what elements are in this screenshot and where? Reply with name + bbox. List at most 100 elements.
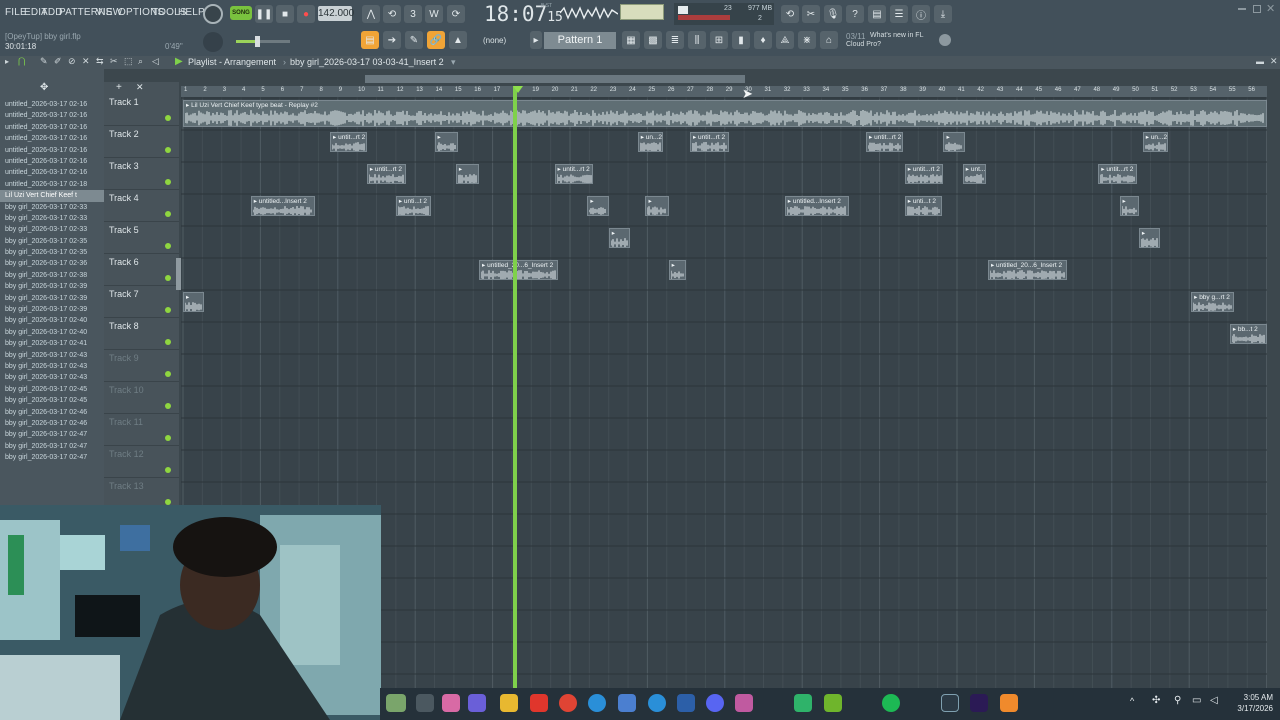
audio-clip[interactable]: ▸ [434,132,458,152]
browser-icon[interactable]: ⊞ [710,31,728,49]
browser-file-item[interactable]: bby girl_2026-03-17 02-43 [0,350,104,361]
browser-file-item[interactable]: bby girl_2026-03-17 02-35 [0,236,104,247]
audio-clip[interactable]: ▸ [608,228,630,248]
track-enable-led-icon[interactable] [165,275,171,281]
premiere-icon[interactable] [970,694,988,712]
chrome-icon[interactable] [559,694,577,712]
browser-file-item[interactable]: bby girl_2026-03-17 02-33 [0,224,104,235]
browser-file-item[interactable]: bby girl_2026-03-17 02-46 [0,407,104,418]
browser-file-item[interactable]: Lil Uzi Vert Chief Keef t [0,190,104,202]
menu-help[interactable]: HELP [178,7,205,18]
help-icon[interactable]: ? [846,5,864,23]
track-header[interactable]: Track 9 [104,350,179,382]
news-title[interactable]: What's new in FL [870,32,923,39]
tray-network-icon[interactable]: ▭ [1192,695,1201,706]
track-header[interactable]: Track 12 [104,446,179,478]
cut-tool-icon[interactable]: ✂ [802,5,820,23]
close-window-icon[interactable]: ✕ [1266,2,1275,15]
track-header[interactable]: Track 4 [104,190,179,222]
slip-tool-icon[interactable]: ⇆ [96,56,104,67]
browser-file-item[interactable]: bby girl_2026-03-17 02-39 [0,304,104,315]
browser-file-item[interactable]: untitled_2026-03-17 02-16 [0,167,104,178]
snap-select[interactable]: (none) [483,36,506,45]
browser-file-item[interactable]: bby girl_2026-03-17 02-45 [0,395,104,406]
countdown-icon[interactable]: 3 [404,5,422,23]
zoom-tool-icon[interactable]: ⌕ [138,56,143,67]
track-header[interactable]: Track 5 [104,222,179,254]
snap-tool-icon[interactable]: ▤ [361,31,379,49]
clock-time[interactable]: 3:05 AM [1231,693,1273,702]
horizontal-scrollbar[interactable] [365,75,745,83]
link-tool-icon[interactable]: 🔗 [427,31,445,49]
save-icon[interactable]: ▤ [868,5,886,23]
audio-clip[interactable]: ▸ untit...rt 2 [330,132,367,152]
audio-clip[interactable]: ▸ untitled...Insert 2 [250,196,315,216]
audio-clip[interactable]: ▸ untit...rt 2 [366,164,406,184]
song-mode-toggle[interactable]: SONG [230,6,252,20]
playlist-play-icon[interactable]: ▶ [175,56,183,67]
audio-clip[interactable]: ▸ untitled_20...6_Insert 2 [479,260,559,280]
browser-file-item[interactable]: bby girl_2026-03-17 02-47 [0,452,104,463]
track-enable-led-icon[interactable] [165,403,171,409]
teams-icon[interactable] [468,694,486,712]
plugin-icon[interactable]: ♦ [754,31,772,49]
track-enable-led-icon[interactable] [165,307,171,313]
tray-mic-icon[interactable]: ⚲ [1174,695,1181,706]
select-tool-icon[interactable]: ⬚ [124,56,133,67]
audio-clip[interactable]: ▸ untit...rt 2 [554,164,594,184]
stamp-icon[interactable]: ▲ [449,31,467,49]
shop-icon[interactable]: ⌂ [820,31,838,49]
playlist-close-icon[interactable]: ✕ [1270,56,1278,67]
delete-tool-icon[interactable]: ⊘ [68,56,76,67]
app-blue-icon[interactable] [677,694,695,712]
spotify-icon[interactable] [882,694,900,712]
playlist-minimize-icon[interactable]: ▬ [1256,57,1264,66]
browser-file-item[interactable]: untitled_2026-03-17 02-16 [0,99,104,110]
info-icon[interactable]: ⓘ [912,5,930,23]
mixer-window-icon[interactable]: ⫼ [688,31,706,49]
audio-clip[interactable]: ▸ [943,132,965,152]
audio-clip[interactable]: ▸ [183,292,205,312]
audio-clip[interactable]: ▸ bby g...rt 2 [1191,292,1234,312]
fl-studio-icon[interactable] [1000,694,1018,712]
browser-file-item[interactable]: untitled_2026-03-17 02-16 [0,110,104,121]
browser-alt-icon[interactable] [648,694,666,712]
track-enable-led-icon[interactable] [165,147,171,153]
fx-icon[interactable]: ⋇ [798,31,816,49]
maximize-icon[interactable] [1253,5,1261,13]
undo-history-icon[interactable]: ⟲ [781,5,799,23]
browser-file-item[interactable]: untitled_2026-03-17 02-18 [0,179,104,190]
arrow-right-icon[interactable]: ➔ [383,31,401,49]
track-enable-led-icon[interactable] [165,243,171,249]
copilot-icon[interactable] [442,694,460,712]
audio-clip[interactable]: ▸ [1119,196,1139,216]
news-subtitle[interactable]: Cloud Pro? [846,41,881,48]
audio-clip[interactable]: ▸ untit...rt 2 [689,132,729,152]
track-header[interactable]: Track 6 [104,254,179,286]
clock-date[interactable]: 3/17/2026 [1218,704,1273,713]
track-header[interactable]: Track 1 [104,94,179,126]
track-header[interactable]: Track 11 [104,414,179,446]
tray-chevron-icon[interactable]: ^ [1130,696,1134,706]
track-enable-led-icon[interactable] [165,339,171,345]
mute-tool-icon[interactable]: ✕ [82,56,90,67]
pencil-icon[interactable]: ✎ [40,56,48,67]
add-track-icon[interactable]: + [116,82,122,93]
nvidia-icon[interactable] [824,694,842,712]
pattern-selector[interactable]: Pattern 1 [544,32,616,49]
brush-icon[interactable]: ✐ [54,56,62,67]
browser-file-item[interactable]: bby girl_2026-03-17 02-33 [0,213,104,224]
browser-file-item[interactable]: bby girl_2026-03-17 02-39 [0,293,104,304]
audio-clip[interactable]: ▸ [587,196,609,216]
wait-input-icon[interactable]: ⟳ [447,5,465,23]
blend-notes-icon[interactable]: W [425,5,443,23]
app-pink-icon[interactable] [735,694,753,712]
audio-clip[interactable]: ▸ bb...t 2 [1229,324,1267,344]
timeline-ruler[interactable]: 1234567891011121314151617181920212223242… [181,86,1267,97]
browser-file-item[interactable]: bby girl_2026-03-17 02-40 [0,315,104,326]
arrow-icon[interactable]: ▸ [5,57,9,66]
settings-icon[interactable] [941,694,959,712]
browser-file-item[interactable]: bby girl_2026-03-17 02-43 [0,372,104,383]
track-enable-led-icon[interactable] [165,115,171,121]
tray-app-icon[interactable]: ✣ [1152,695,1160,706]
